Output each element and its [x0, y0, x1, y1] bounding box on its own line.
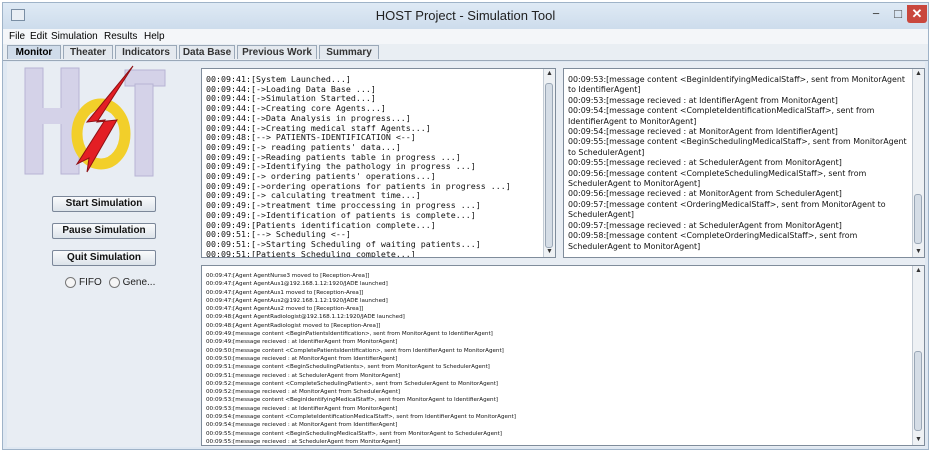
tab-monitor[interactable]: Monitor [7, 45, 61, 59]
host-logo-letters [24, 67, 166, 177]
log-line: 00:09:55:[message content <BeginScheduli… [206, 430, 502, 437]
log-line: 00:09:47:[Agent AgentAus1@192.168.1.12:1… [206, 281, 388, 288]
log-line: 00:09:53:[message recieved : at Identifi… [206, 405, 398, 412]
menu-file[interactable]: File [9, 31, 25, 42]
title-bar[interactable]: HOST Project - Simulation Tool − □ ✕ [3, 3, 928, 29]
agent-log: 00:09:47:[Agent AgentNurse3 moved to [Re… [206, 272, 910, 445]
log-line: 00:09:54:[message recieved : at MonitorA… [206, 422, 398, 429]
genetic-label: Gene... [122, 277, 156, 289]
message-log-scrollbar[interactable]: ▲ ▼ [912, 69, 924, 257]
log-line: 00:09:55:[message content <BeginScheduli… [568, 137, 907, 157]
scroll-down-icon[interactable]: ▼ [913, 435, 924, 445]
minimize-button[interactable]: − [865, 5, 887, 23]
window-title: HOST Project - Simulation Tool [375, 8, 556, 23]
radio-circle-icon [65, 277, 76, 288]
log-line: 00:09:52:[message content <CompleteSched… [206, 380, 498, 387]
log-line: 00:09:51:[Patients Scheduling complete..… [206, 248, 416, 257]
scroll-thumb[interactable] [545, 83, 553, 248]
log-line: 00:09:53:[message recieved : at Identifi… [568, 95, 838, 105]
menu-edit[interactable]: Edit [30, 31, 47, 42]
close-button[interactable]: ✕ [907, 5, 927, 23]
log-line: 00:09:49:[message recieved : at Identifi… [206, 339, 398, 346]
scroll-up-icon[interactable]: ▲ [913, 266, 924, 276]
log-line: 00:09:58:[message content <CompleteOrder… [568, 231, 858, 251]
scroll-up-icon[interactable]: ▲ [913, 69, 924, 79]
log-line: 00:09:54:[message recieved : at MonitorA… [568, 127, 838, 137]
log-line: 00:09:47:[Agent AgentAus2@192.168.1.12:1… [206, 297, 388, 304]
maximize-button[interactable]: □ [887, 5, 909, 23]
scroll-down-icon[interactable]: ▼ [913, 247, 924, 257]
log-line: 00:09:50:[message content <CompletePatie… [206, 347, 504, 354]
scroll-thumb[interactable] [914, 351, 922, 431]
radio-circle-icon [108, 277, 120, 288]
log-line: 00:09:57:[message recieved : at Schedule… [568, 220, 842, 230]
log-line: 00:09:48:[Agent AgentRadiologist@192.168… [206, 314, 405, 321]
menu-simulation[interactable]: Simulation [51, 31, 98, 42]
app-window: HOST Project - Simulation Tool − □ ✕ Fil… [2, 2, 929, 450]
message-log: 00:09:53:[message content <BeginIdentify… [568, 75, 910, 257]
agent-log-panel[interactable]: 00:09:47:[Agent AgentNurse3 moved to [Re… [201, 265, 925, 446]
fifo-label: FIFO [79, 277, 102, 289]
agent-log-scrollbar[interactable]: ▲ ▼ [912, 266, 924, 445]
menu-bar: File Edit Simulation Results Help [3, 29, 928, 44]
tab-bar: Monitor Theater Indicators Data Base Pre… [3, 44, 928, 61]
log-line: 00:09:47:[Agent AgentAus2 moved to [Rece… [206, 306, 364, 313]
system-log: 00:09:41:[System Launched...] 00:09:44:[-… [206, 75, 541, 257]
host-logo [24, 65, 166, 177]
quit-simulation-button[interactable]: Quit Simulation [52, 250, 156, 266]
log-line: 00:09:51:[message recieved : at Schedule… [206, 372, 401, 379]
menu-results[interactable]: Results [104, 31, 137, 42]
log-line: 00:09:51:[message content <BeginScheduli… [206, 364, 490, 371]
tab-indicators[interactable]: Indicators [115, 45, 177, 59]
log-line: 00:09:47:[Agent AgentNurse3 moved to [Re… [206, 273, 370, 279]
log-line: 00:09:54:[message content <CompleteIdent… [568, 106, 875, 126]
start-simulation-button[interactable]: Start Simulation [52, 196, 156, 212]
system-log-panel[interactable]: 00:09:41:[System Launched...] 00:09:44:[-… [201, 68, 556, 258]
tab-theater[interactable]: Theater [63, 45, 113, 59]
scroll-up-icon[interactable]: ▲ [544, 69, 555, 79]
log-line: 00:09:53:[message content <BeginIdentify… [568, 75, 905, 95]
log-line: 00:09:55:[message recieved : at Schedule… [206, 438, 401, 445]
log-line: 00:09:47:[Agent AgentAus1 moved to [Rece… [206, 289, 364, 296]
pause-simulation-button[interactable]: Pause Simulation [52, 223, 156, 239]
log-line: 00:09:55:[message recieved : at Schedule… [568, 158, 842, 168]
tab-previous-work[interactable]: Previous Work [237, 45, 317, 59]
message-log-panel[interactable]: 00:09:53:[message content <BeginIdentify… [563, 68, 925, 258]
scroll-down-icon[interactable]: ▼ [544, 247, 555, 257]
algorithm-radio-group: FIFO Gene... [65, 277, 155, 288]
monitor-panel: Start Simulation Pause Simulation Quit S… [7, 62, 925, 447]
log-line: 00:09:56:[message content <CompleteSched… [568, 168, 867, 189]
tab-summary[interactable]: Summary [319, 45, 379, 59]
fifo-radio[interactable]: FIFO [65, 277, 102, 288]
log-line: 00:09:53:[message content <BeginIdentify… [206, 397, 498, 404]
system-log-scrollbar[interactable]: ▲ ▼ [543, 69, 555, 257]
log-line: 00:09:57:[message content <OrderingMedic… [568, 199, 886, 220]
log-line: 00:09:50:[message recieved : at MonitorA… [206, 355, 398, 362]
log-line: 00:09:54:[message content <CompleteIdent… [206, 414, 516, 421]
log-line: 00:09:56:[message recieved : at MonitorA… [568, 189, 842, 199]
log-line: 00:09:52:[message recieved : at MonitorA… [206, 389, 401, 396]
tab-data-base[interactable]: Data Base [179, 45, 235, 59]
log-line: 00:09:49:[message content <BeginPatients… [206, 331, 493, 338]
menu-help[interactable]: Help [144, 31, 165, 42]
genetic-radio[interactable]: Gene... [108, 277, 156, 289]
scroll-thumb[interactable] [914, 194, 922, 244]
log-line: 00:09:48:[Agent AgentRadiologist moved t… [206, 322, 381, 329]
